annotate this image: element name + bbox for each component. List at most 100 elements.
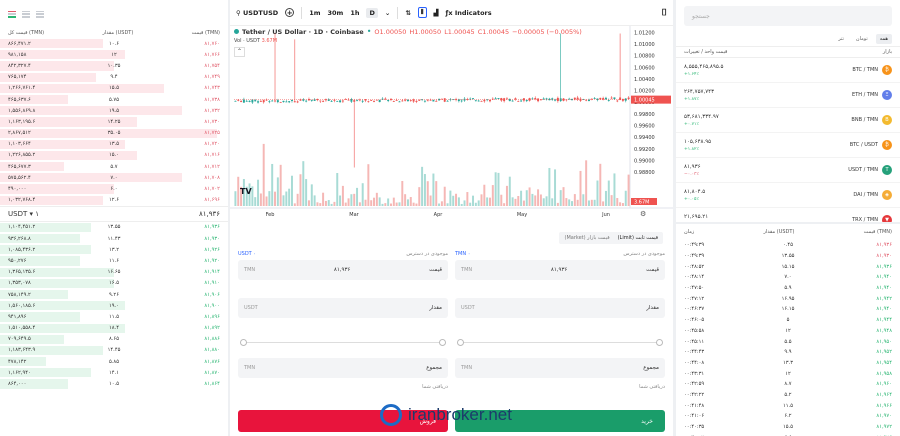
market-tab[interactable]: تومان bbox=[852, 34, 872, 44]
bar-style-icon[interactable]: ⇅ bbox=[405, 9, 410, 17]
bid-row[interactable]: ۱,۳۵۳,۰۷۸ ۱۶.۵ ۸۱,۹۱۰ bbox=[0, 278, 228, 289]
coin-icon: ▼ bbox=[882, 215, 892, 222]
sell-amount-slider[interactable] bbox=[238, 336, 448, 350]
volume-bar bbox=[590, 199, 593, 206]
candlestick-plot[interactable]: 1.01200 1.01000 1.00800 1.00600 1.00400 1.002… bbox=[230, 26, 673, 222]
price-chart: ⚲ USDTUSD + 1m 30m 1h D ⌄ ⇅ ⫴ ▟ ƒx Indic… bbox=[230, 0, 673, 222]
symbol-search[interactable]: ⚲ USDTUSD bbox=[236, 9, 278, 17]
timeframe-30m[interactable]: 30m bbox=[327, 9, 343, 17]
bid-row[interactable]: ۴۷۸,۱۴۲ ۵.۸۵ ۸۱,۸۷۶ bbox=[0, 356, 228, 367]
buy-total-input[interactable]: مجموع TMN bbox=[455, 358, 665, 378]
candle-style-icon[interactable]: ⫴ bbox=[417, 7, 427, 18]
buy-amount-input[interactable]: مقدار USDT bbox=[455, 298, 665, 318]
candle-body bbox=[607, 100, 610, 101]
market-row[interactable]: ۸۱,۹۳۶ −۰.۰۳٪ USDT / TMN T bbox=[676, 158, 900, 183]
bids-only-view-icon[interactable] bbox=[22, 10, 30, 18]
bid-row[interactable]: ۱,۱۶۲,۹۴۰ ۱۴.۱ ۸۱,۸۷۰ bbox=[0, 367, 228, 378]
candle-body bbox=[296, 101, 299, 103]
market-row[interactable]: ۱۰۵,۶۴۸.۹۵ +۱.۸۲٪ BTC / USDT ₿ bbox=[676, 133, 900, 158]
asks-only-view-icon[interactable] bbox=[36, 10, 44, 18]
market-row[interactable]: ۵۳,۶۸۱,۳۳۴.۹۷ +۰.۷۱٪ BNB / TMN B bbox=[676, 108, 900, 133]
sell-amount-input[interactable]: مقدار USDT bbox=[238, 298, 448, 318]
sell-price-input[interactable]: قیمت ۸۱,۹۳۶ TMN bbox=[238, 260, 448, 280]
market-pair: USDT / TMN bbox=[848, 167, 878, 173]
volume-bar bbox=[279, 164, 282, 206]
bid-row[interactable]: ۱,۵۶۰,۱۸۵.۶ ۱۹.۰ ۸۱,۹۰۰ bbox=[0, 300, 228, 311]
slider-knob-left[interactable] bbox=[457, 339, 464, 346]
tab-limit[interactable]: قیمت ثابت (Limit) bbox=[618, 235, 658, 241]
row-amount: ۱۶.۵ bbox=[108, 280, 119, 287]
timeframe-1h[interactable]: 1h bbox=[350, 9, 359, 17]
ask-row[interactable]: ۲,۸۶۷,۵۱۲ ۳۵.۰۵ ۸۱,۷۲۵ bbox=[0, 128, 228, 139]
ask-row[interactable]: ۹۸۱,۱۵۸ ۱۲ ۸۱,۷۶۶ bbox=[0, 49, 228, 60]
row-total: ۴۷۸,۱۴۲ bbox=[8, 358, 27, 365]
row-total: ۸۴۲,۳۲۷.۴ bbox=[8, 62, 31, 69]
candle-body bbox=[542, 98, 545, 100]
row-price: ۸۱,۷۴۹ bbox=[204, 74, 220, 81]
buy-available-label: موجودی در دسترس bbox=[623, 251, 665, 257]
ask-row[interactable]: ۴۶۵,۶۳۷.۶ ۵.۷۵ ۸۱,۷۳۸ bbox=[0, 94, 228, 105]
both-sides-view-icon[interactable] bbox=[8, 10, 16, 18]
market-tab[interactable]: همه bbox=[875, 34, 892, 44]
sell-total-input[interactable]: مجموع TMN bbox=[238, 358, 448, 378]
bid-row[interactable]: ۹۴۱,۸۹۶ ۱۱.۵ ۸۱,۸۹۶ bbox=[0, 311, 228, 322]
ask-row[interactable]: ۵۷۵,۵۶۲.۴ ۷.۰ ۸۱,۷۰۸ bbox=[0, 172, 228, 183]
ask-row[interactable]: ۴۹۰,۰۰۰ ۶.۰ ۸۱,۷۰۲ bbox=[0, 183, 228, 194]
compare-add-button[interactable]: + bbox=[285, 8, 295, 17]
market-pair-cell: BNB / TMN B bbox=[851, 115, 892, 125]
market-row[interactable]: ۸,۵۵۵,۴۶۵,۸۹۵.۵ +۱.۶۴٪ BTC / TMN ₿ bbox=[676, 58, 900, 83]
bid-row[interactable]: ۷۵۸,۱۴۹.۲ ۹.۲۶ ۸۱,۹۰۶ bbox=[0, 289, 228, 300]
bid-row[interactable]: ۱,۱۸۳,۶۴۳.۹ ۱۴.۴۵ ۸۱,۸۸۰ bbox=[0, 345, 228, 356]
grouping-select[interactable]: USDT ▾ ۱ bbox=[8, 210, 39, 218]
bid-row[interactable]: ۹۵۰,۲۷۶ ۱۱.۶ ۸۱,۹۲۰ bbox=[0, 255, 228, 266]
ask-row[interactable]: ۷۶۵,۱۷۴ ۹.۴ ۸۱,۷۴۹ bbox=[0, 72, 228, 83]
candle-body bbox=[242, 99, 245, 103]
ask-row[interactable]: ۱,۵۵۶,۸۶۹.۸ ۱۹.۵ ۸۱,۷۳۲ bbox=[0, 105, 228, 116]
volume-bar bbox=[616, 198, 619, 206]
volume-bar bbox=[607, 180, 610, 206]
volume-bar bbox=[602, 201, 605, 206]
bid-row[interactable]: ۱,۵۱۰,۵۵۸.۴ ۱۸.۴ ۸۱,۸۹۲ bbox=[0, 323, 228, 334]
tab-market[interactable]: قیمت بازار (Market) bbox=[564, 235, 609, 241]
ask-row[interactable]: ۱,۱۶۳,۱۹۵.۶ ۱۴.۲۵ ۸۱,۷۳۰ bbox=[0, 116, 228, 127]
volume-bar bbox=[596, 180, 599, 206]
bid-row[interactable]: ۱,۰۸۵,۴۳۶.۲ ۱۳.۲ ۸۱,۹۲۶ bbox=[0, 244, 228, 255]
slider-knob-right[interactable] bbox=[439, 339, 446, 346]
ask-row[interactable]: ۱,۱۰۳,۶۶۴ ۱۳.۵ ۸۱,۷۲۰ bbox=[0, 139, 228, 150]
bid-row[interactable]: ۹۳۶,۲۶۸.۸ ۱۱.۴۳ ۸۱,۹۳۰ bbox=[0, 233, 228, 244]
ask-row[interactable]: ۱,۲۲۶,۸۵۵.۲ ۱۵.۰ ۸۱,۷۱۶ bbox=[0, 150, 228, 161]
timeframe-1d[interactable]: D bbox=[366, 7, 378, 18]
timeframe-1m[interactable]: 1m bbox=[309, 9, 320, 17]
y-tick-label: 0.99600 bbox=[634, 124, 655, 130]
market-search-input[interactable]: جستجو bbox=[684, 6, 892, 26]
market-row[interactable]: ۸۱,۸۰۴.۵ +۰.۰۵٪ DAI / TMN ◈ bbox=[676, 183, 900, 208]
market-price-cell: ۲۱,۶۹۵.۲۱ +۰.۴۲٪ bbox=[684, 214, 708, 223]
market-row[interactable]: ۲۶۴,۷۵۷,۷۴۳ +۱.۸۷٪ ETH / TMN Ξ bbox=[676, 83, 900, 108]
buy-price-input[interactable]: قیمت ۸۱,۹۳۶ TMN bbox=[455, 260, 665, 280]
slider-knob-right[interactable] bbox=[656, 339, 663, 346]
header-amount: مقدار (USDT) bbox=[102, 30, 134, 36]
trade-row: ۰۰:۴۹:۳۹ ۰.۴۵ ۸۱,۹۳۶ bbox=[676, 240, 900, 251]
ask-row[interactable]: ۴۶۵,۶۷۷.۳ ۵.۷ ۸۱,۷۱۲ bbox=[0, 161, 228, 172]
area-style-icon[interactable]: ▟ bbox=[434, 9, 439, 17]
market-change: +۰.۷۱٪ bbox=[684, 121, 699, 127]
ask-row[interactable]: ۱,۰۳۲,۷۶۸.۴ ۱۲.۶ ۸۱,۶۹۶ bbox=[0, 195, 228, 206]
buy-amount-slider[interactable] bbox=[455, 336, 665, 350]
row-price: ۸۱,۶۹۶ bbox=[204, 197, 220, 204]
bid-row[interactable]: ۱,۱۰۴,۴۵۱.۲ ۱۳.۵۵ ۸۱,۹۳۶ bbox=[0, 222, 228, 233]
market-row[interactable]: ۲۱,۶۹۵.۲۱ +۰.۴۲٪ TRX / TMN ▼ bbox=[676, 208, 900, 222]
indicators-button[interactable]: ƒx Indicators bbox=[446, 9, 492, 17]
bid-row[interactable]: ۸۶۴,۰۰۰ ۱۰.۵ ۸۱,۸۶۴ bbox=[0, 378, 228, 389]
ask-row[interactable]: ۱,۲۶۶,۷۶۱.۴ ۱۵.۵ ۸۱,۷۴۳ bbox=[0, 83, 228, 94]
ask-row[interactable]: ۸۶۶,۴۷۱.۲ ۱۰.۶ ۸۱,۷۶۰ bbox=[0, 38, 228, 49]
market-tab[interactable]: تتر bbox=[834, 34, 848, 44]
slider-knob-left[interactable] bbox=[240, 339, 247, 346]
volume-bar bbox=[356, 187, 359, 206]
bid-row[interactable]: ۷۰۹,۶۴۹.۵ ۸.۶۵ ۸۱,۸۸۶ bbox=[0, 334, 228, 345]
bid-row[interactable]: ۱,۳۶۵,۱۳۵.۶ ۱۶.۶۵ ۸۱,۹۱۴ bbox=[0, 267, 228, 278]
volume-bar bbox=[511, 197, 514, 206]
row-amount: ۱۲.۶ bbox=[108, 197, 119, 204]
ask-row[interactable]: ۸۴۲,۳۲۷.۴ ۱۰.۳۵ ۸۱,۷۵۴ bbox=[0, 60, 228, 71]
timeframe-dropdown-icon[interactable]: ⌄ bbox=[385, 9, 390, 17]
camera-icon[interactable]: ⌷ bbox=[662, 8, 667, 18]
